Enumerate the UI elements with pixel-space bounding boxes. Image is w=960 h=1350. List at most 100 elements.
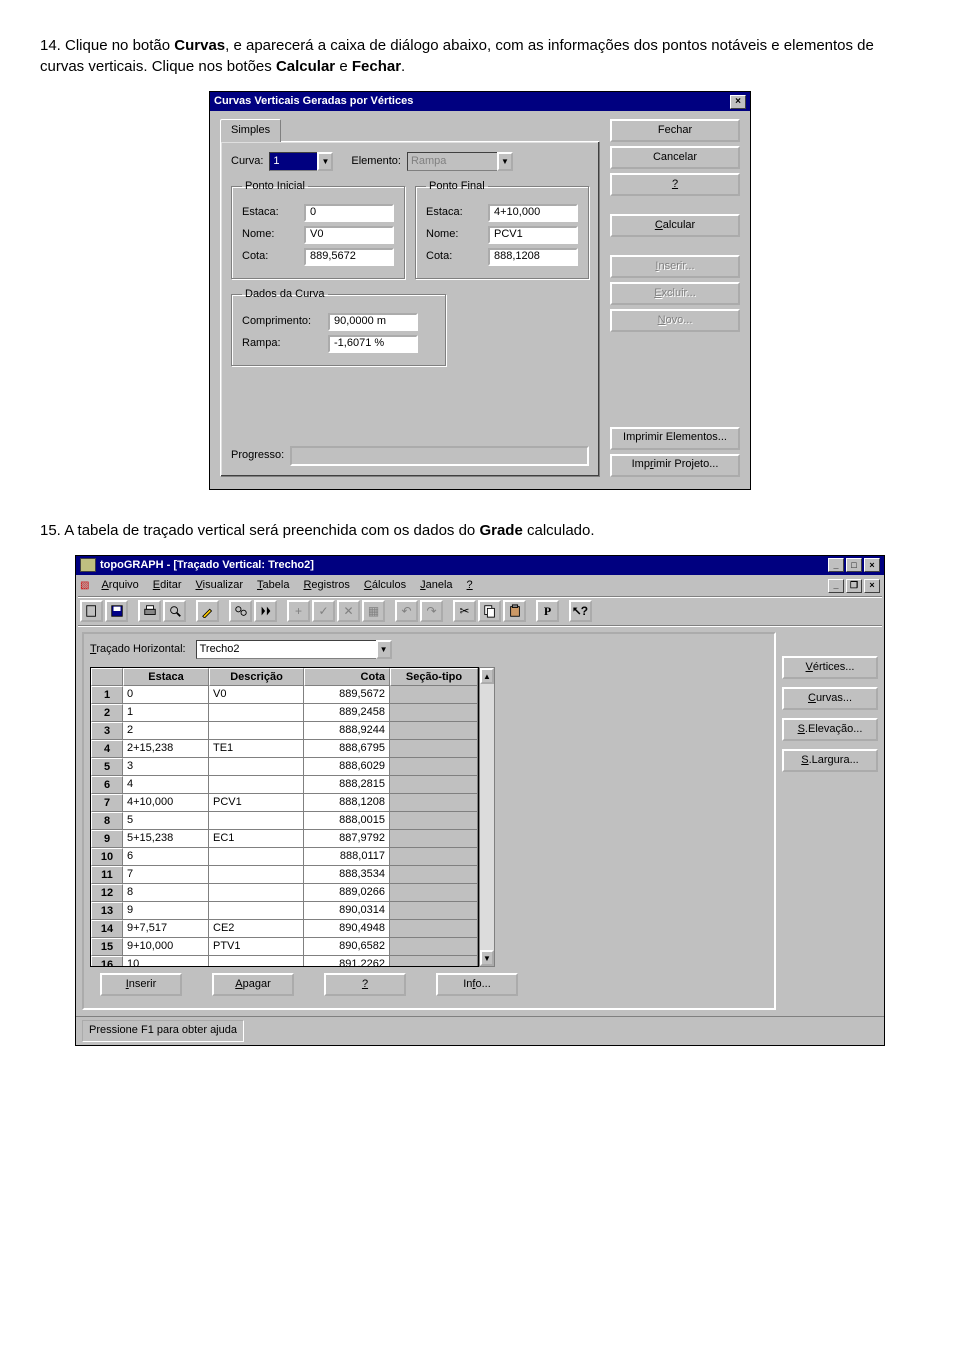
cell-descricao[interactable]: PCV1 [209,794,304,812]
cell-cota[interactable]: 889,5672 [304,686,390,704]
scroll-up-icon[interactable]: ▲ [480,668,494,684]
table-row[interactable]: 95+15,238EC1887,9792 [91,830,478,848]
scroll-down-icon[interactable]: ▼ [480,950,494,966]
cell-estaca[interactable]: 2+15,238 [123,740,209,758]
table-row[interactable]: 42+15,238TE1888,6795 [91,740,478,758]
tool-next-icon[interactable] [254,600,277,622]
child-restore-button[interactable]: ❐ [846,579,862,593]
fechar-button[interactable]: Fechar [610,119,740,142]
table-row[interactable]: 21889,2458 [91,704,478,722]
table-row[interactable]: 139890,0314 [91,902,478,920]
cell-descricao[interactable] [209,848,304,866]
menu-visualizar[interactable]: Visualizar [190,577,250,594]
tool-find-icon[interactable] [229,600,252,622]
tool-save-icon[interactable] [105,600,128,622]
tool-copy-icon[interactable] [478,600,501,622]
tab-simples[interactable]: Simples [220,119,281,141]
minimize-button[interactable]: _ [828,558,844,572]
cell-descricao[interactable]: TE1 [209,740,304,758]
cell-estaca[interactable]: 5+15,238 [123,830,209,848]
cell-descricao[interactable] [209,884,304,902]
cell-cota[interactable]: 888,3534 [304,866,390,884]
cell-secao[interactable] [390,902,478,920]
cell-cota[interactable]: 890,6582 [304,938,390,956]
table-row[interactable]: 64888,2815 [91,776,478,794]
cell-secao[interactable] [390,920,478,938]
menu-arquivo[interactable]: Arquivo [95,577,144,594]
cell-estaca[interactable]: 4+10,000 [123,794,209,812]
table-row[interactable]: 149+7,517CE2890,4948 [91,920,478,938]
cell-cota[interactable]: 889,2458 [304,704,390,722]
cell-cota[interactable]: 888,6029 [304,758,390,776]
imprimir-elementos-button[interactable]: Imprimir Elementos... [610,427,740,450]
table-row[interactable]: 85888,0015 [91,812,478,830]
estaca-inicial-field[interactable]: 0 [304,204,394,222]
cell-descricao[interactable] [209,866,304,884]
nome-inicial-field[interactable]: V0 [304,226,394,244]
cell-cota[interactable]: 888,0117 [304,848,390,866]
nome-final-field[interactable]: PCV1 [488,226,578,244]
cell-descricao[interactable]: CE2 [209,920,304,938]
info-button[interactable]: Info... [436,973,518,996]
table-row[interactable]: 74+10,000PCV1888,1208 [91,794,478,812]
cell-descricao[interactable] [209,812,304,830]
cell-cota[interactable]: 888,1208 [304,794,390,812]
cell-cota[interactable]: 890,4948 [304,920,390,938]
cell-descricao[interactable] [209,758,304,776]
rampa-field[interactable]: -1,6071 % [328,335,418,353]
cota-final-field[interactable]: 888,1208 [488,248,578,266]
vertical-scrollbar[interactable]: ▲ ▼ [479,667,495,967]
cell-secao[interactable] [390,830,478,848]
cell-estaca[interactable]: 9+7,517 [123,920,209,938]
cell-descricao[interactable] [209,776,304,794]
slargura-button[interactable]: S.Largura... [782,749,878,772]
cell-secao[interactable] [390,704,478,722]
col-header-index[interactable] [91,668,123,686]
cell-descricao[interactable] [209,722,304,740]
cell-descricao[interactable]: V0 [209,686,304,704]
menu-janela[interactable]: Janela [414,577,458,594]
cell-cota[interactable]: 888,6795 [304,740,390,758]
tool-new-icon[interactable] [80,600,103,622]
table-row[interactable]: 32888,9244 [91,722,478,740]
cell-cota[interactable]: 890,0314 [304,902,390,920]
cell-secao[interactable] [390,722,478,740]
cell-descricao[interactable] [209,704,304,722]
cell-estaca[interactable]: 1 [123,704,209,722]
cell-secao[interactable] [390,866,478,884]
cell-secao[interactable] [390,776,478,794]
table-row[interactable]: 10V0889,5672 [91,686,478,704]
selevacao-button[interactable]: S.Elevação... [782,718,878,741]
cell-estaca[interactable]: 8 [123,884,209,902]
cell-secao[interactable] [390,812,478,830]
col-header-estaca[interactable]: Estaca [123,668,209,686]
cell-estaca[interactable]: 9 [123,902,209,920]
cell-cota[interactable]: 889,0266 [304,884,390,902]
cell-descricao[interactable]: PTV1 [209,938,304,956]
comprimento-field[interactable]: 90,0000 m [328,313,418,331]
cell-estaca[interactable]: 4 [123,776,209,794]
tool-preview-icon[interactable] [163,600,186,622]
estaca-final-field[interactable]: 4+10,000 [488,204,578,222]
table-row[interactable]: 117888,3534 [91,866,478,884]
table-row[interactable]: 1610891,2262 [91,956,478,966]
cell-cota[interactable]: 887,9792 [304,830,390,848]
cell-secao[interactable] [390,686,478,704]
maximize-button[interactable]: □ [846,558,862,572]
curvas-button[interactable]: Curvas... [782,687,878,710]
cell-descricao[interactable]: EC1 [209,830,304,848]
cota-inicial-field[interactable]: 889,5672 [304,248,394,266]
col-header-secao[interactable]: Seção-tipo [390,668,478,686]
menu-editar[interactable]: Editar [147,577,188,594]
close-button[interactable]: × [730,95,746,109]
menu-tabela[interactable]: Tabela [251,577,295,594]
apagar-button[interactable]: Apagar [212,973,294,996]
tool-print-icon[interactable] [138,600,161,622]
menu-calculos[interactable]: Cálculos [358,577,412,594]
tracado-combo[interactable]: Trecho2 ▼ [196,640,392,659]
cell-estaca[interactable]: 7 [123,866,209,884]
inserir-button[interactable]: Inserir [100,973,182,996]
chevron-down-icon[interactable]: ▼ [317,152,333,171]
child-minimize-button[interactable]: _ [828,579,844,593]
cell-secao[interactable] [390,884,478,902]
